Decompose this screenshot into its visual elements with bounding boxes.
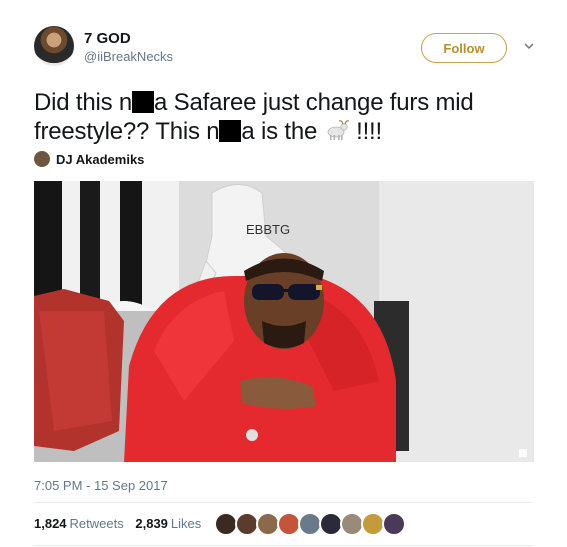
chevron-down-icon[interactable] (523, 40, 535, 52)
censor-bar (219, 120, 242, 142)
avatar[interactable] (34, 26, 74, 66)
shirt-text: EBBTG (246, 222, 290, 237)
tweet-text-part: Did this n (34, 89, 133, 116)
follow-button[interactable]: Follow (421, 33, 507, 63)
tweet-stats: 1,824 Retweets 2,839 Likes (34, 516, 201, 531)
tweet-text-part: a is the (241, 118, 324, 145)
retweets-label: Retweets (69, 516, 124, 531)
likes-stat[interactable]: 2,839 Likes (135, 516, 201, 531)
user-handle[interactable]: @iiBreakNecks (84, 48, 173, 66)
liker-avatar[interactable] (382, 512, 406, 536)
tweet-text-part: !!!! (349, 118, 382, 145)
divider (34, 545, 533, 546)
likes-label: Likes (170, 516, 202, 531)
retweets-stat[interactable]: 1,824 Retweets (34, 516, 127, 531)
censor-bar (132, 91, 155, 113)
author-names[interactable]: 7 GOD @iiBreakNecks (84, 30, 173, 66)
retweets-count: 1,824 (34, 516, 67, 531)
tweet-text: Did this na Safaree just change furs mid… (34, 88, 534, 146)
video-media[interactable]: EBBTG (34, 181, 534, 462)
display-name[interactable]: 7 GOD (84, 30, 173, 48)
goat-emoji-icon (327, 120, 349, 140)
likes-count: 2,839 (135, 516, 168, 531)
tweet-header: 7 GOD @iiBreakNecks Follow (34, 26, 543, 76)
source-name[interactable]: DJ Akademiks (56, 152, 144, 167)
source-avatar[interactable] (34, 151, 50, 167)
tweet-timestamp[interactable]: 7:05 PM - 15 Sep 2017 (34, 478, 168, 493)
video-frame: EBBTG (34, 181, 534, 462)
divider (34, 502, 533, 503)
